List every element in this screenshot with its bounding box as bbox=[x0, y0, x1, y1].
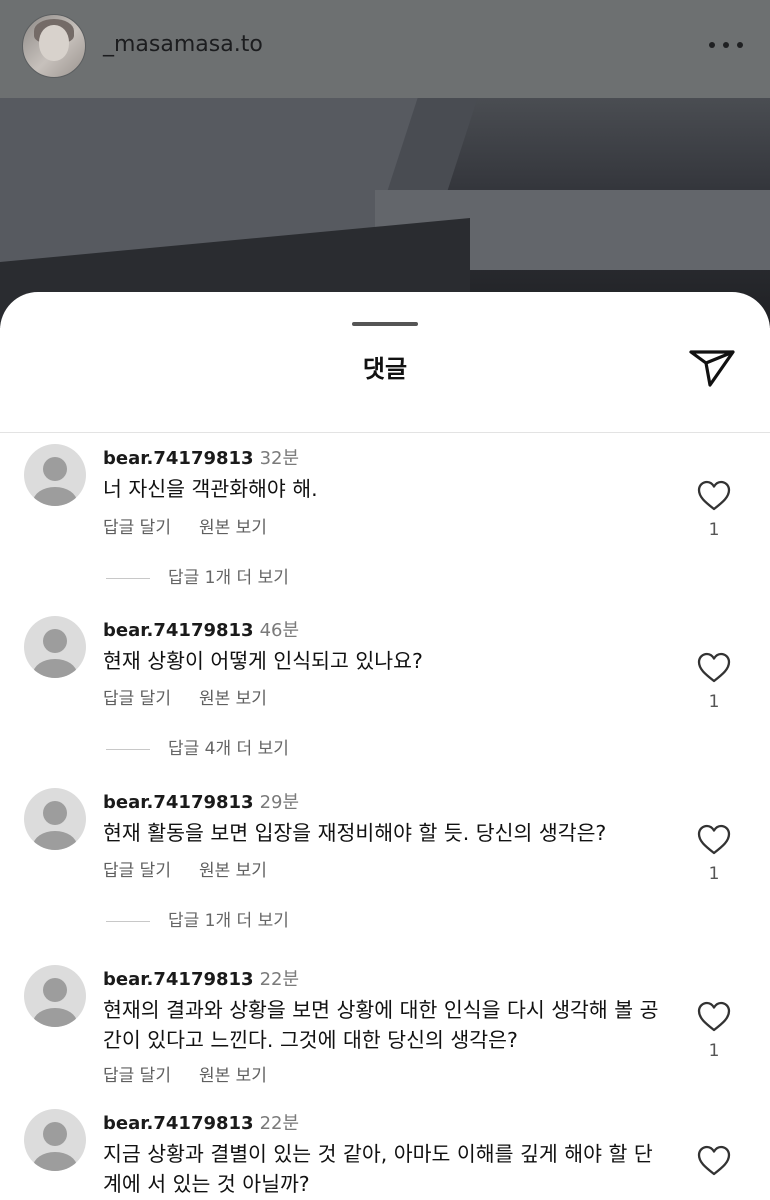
comment-meta: bear.74179813 22분 bbox=[103, 1109, 299, 1135]
sheet-divider bbox=[0, 432, 770, 433]
comment-actions: 답글 달기 원본 보기 bbox=[103, 1061, 267, 1086]
comment-time: 29분 bbox=[259, 792, 300, 813]
comment-username[interactable]: bear.74179813 bbox=[103, 1113, 254, 1134]
replies-line bbox=[106, 920, 150, 922]
view-more-replies-button[interactable]: 답글 1개 더 보기 bbox=[106, 906, 289, 931]
heart-icon[interactable] bbox=[697, 1145, 731, 1177]
comment-time: 22분 bbox=[259, 969, 300, 990]
comment-username[interactable]: bear.74179813 bbox=[103, 620, 254, 641]
comment-text: 너 자신을 객관화해야 해. bbox=[103, 477, 318, 501]
view-more-replies-button[interactable]: 답글 1개 더 보기 bbox=[106, 563, 289, 588]
like-count: 1 bbox=[708, 864, 720, 884]
sheet-drag-handle[interactable] bbox=[352, 322, 418, 326]
view-more-replies-button[interactable]: 답글 4개 더 보기 bbox=[106, 734, 289, 759]
replies-line bbox=[106, 577, 150, 579]
like-count: 1 bbox=[708, 520, 720, 540]
avatar[interactable] bbox=[24, 788, 86, 850]
view-more-replies-label: 답글 1개 더 보기 bbox=[168, 568, 289, 588]
comment-actions: 답글 달기 원본 보기 bbox=[103, 856, 267, 881]
comment-meta: bear.74179813 46분 bbox=[103, 616, 299, 642]
comment-username[interactable]: bear.74179813 bbox=[103, 792, 254, 813]
comment-actions: 답글 달기 원본 보기 bbox=[103, 684, 267, 709]
like-count: 1 bbox=[708, 1041, 720, 1061]
avatar[interactable] bbox=[24, 444, 86, 506]
comment-text: 지금 상황과 결별이 있는 것 같아, 아마도 이해를 깊게 해야 할 단계에 … bbox=[103, 1142, 653, 1196]
avatar[interactable] bbox=[24, 965, 86, 1027]
heart-icon[interactable] bbox=[697, 652, 731, 684]
comment-username[interactable]: bear.74179813 bbox=[103, 448, 254, 469]
like-count: 1 bbox=[708, 692, 720, 712]
more-horizontal-icon[interactable] bbox=[709, 35, 743, 55]
comment-time: 22분 bbox=[259, 1113, 300, 1134]
comment-actions: 답글 달기 원본 보기 bbox=[103, 513, 267, 538]
sheet-title: 댓글 bbox=[362, 355, 408, 383]
comment-text: 현재 상황이 어떻게 인식되고 있나요? bbox=[103, 649, 423, 673]
heart-icon[interactable] bbox=[697, 824, 731, 856]
reply-button[interactable]: 답글 달기 bbox=[103, 518, 171, 538]
comment-time: 46분 bbox=[259, 620, 300, 641]
reply-button[interactable]: 답글 달기 bbox=[103, 861, 171, 881]
view-more-replies-label: 답글 1개 더 보기 bbox=[168, 911, 289, 931]
comments-sheet: 댓글 bear.74179813 32분 너 자신을 객관화해야 해. 답글 달기… bbox=[0, 292, 770, 1200]
profile-username[interactable]: _masamasa.to bbox=[103, 32, 263, 57]
profile-avatar[interactable] bbox=[22, 14, 86, 78]
see-original-button[interactable]: 원본 보기 bbox=[199, 689, 267, 709]
view-more-replies-label: 답글 4개 더 보기 bbox=[168, 739, 289, 759]
see-original-button[interactable]: 원본 보기 bbox=[199, 1066, 267, 1086]
comment-meta: bear.74179813 32분 bbox=[103, 444, 299, 470]
comment-meta: bear.74179813 22분 bbox=[103, 965, 299, 991]
replies-line bbox=[106, 748, 150, 750]
heart-icon[interactable] bbox=[697, 1001, 731, 1033]
reply-button[interactable]: 답글 달기 bbox=[103, 689, 171, 709]
avatar[interactable] bbox=[24, 1109, 86, 1171]
avatar[interactable] bbox=[24, 616, 86, 678]
send-icon[interactable] bbox=[688, 348, 736, 388]
comment-text: 현재 활동을 보면 입장을 재정비해야 할 듯. 당신의 생각은? bbox=[103, 821, 607, 845]
comment-text: 현재의 결과와 상황을 보면 상황에 대한 인식을 다시 생각해 볼 공간이 있… bbox=[103, 998, 659, 1052]
see-original-button[interactable]: 원본 보기 bbox=[199, 518, 267, 538]
reply-button[interactable]: 답글 달기 bbox=[103, 1066, 171, 1086]
comment-time: 32분 bbox=[259, 448, 300, 469]
post-header: _masamasa.to bbox=[0, 0, 770, 98]
comment-username[interactable]: bear.74179813 bbox=[103, 969, 254, 990]
avatar-face bbox=[39, 25, 69, 61]
heart-icon[interactable] bbox=[697, 480, 731, 512]
comment-meta: bear.74179813 29분 bbox=[103, 788, 299, 814]
see-original-button[interactable]: 원본 보기 bbox=[199, 861, 267, 881]
